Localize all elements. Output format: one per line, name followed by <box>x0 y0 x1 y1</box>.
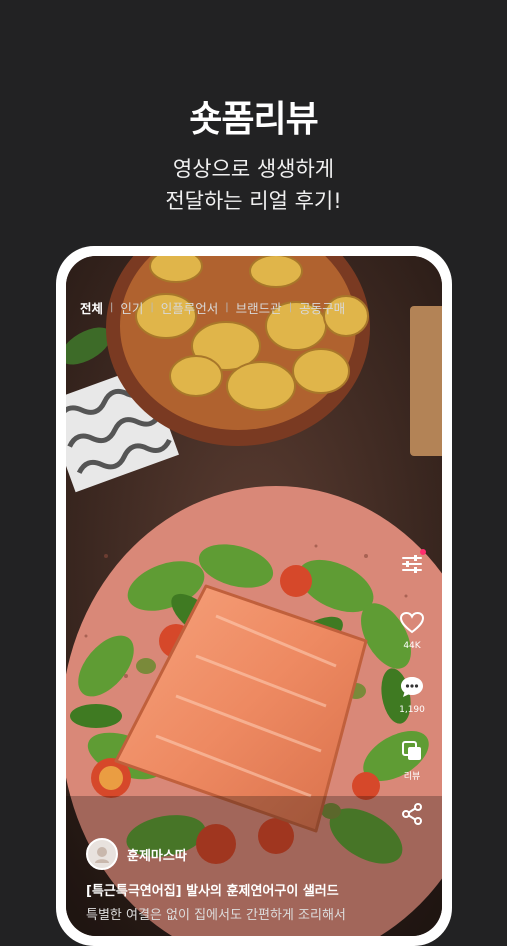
tab-separator: | <box>110 302 114 313</box>
chef-avatar-icon <box>95 847 109 863</box>
filter-icon <box>402 555 422 573</box>
copy-icon <box>402 741 421 760</box>
review-label: 리뷰 <box>403 772 421 782</box>
author-info[interactable]: 훈제마스따 <box>86 838 187 870</box>
tab-separator: | <box>225 302 229 313</box>
comment-button[interactable]: 1,190 <box>392 675 432 715</box>
tab-separator: | <box>150 302 154 313</box>
category-tabs: 전체 | 인기 | 인플루언서 | 브랜드관 | 공동구매 <box>80 298 345 317</box>
heart-icon <box>399 611 425 634</box>
like-button[interactable]: 44K <box>392 611 432 651</box>
author-name[interactable]: 훈제마스따 <box>127 845 187 864</box>
tab-brand[interactable]: 브랜드관 <box>236 298 282 317</box>
tab-group-buy[interactable]: 공동구매 <box>299 298 345 317</box>
hero-subtitle-line2: 전달하는 리얼 후기! <box>165 189 342 213</box>
tab-all[interactable]: 전체 <box>80 298 103 317</box>
share-button[interactable] <box>392 802 432 830</box>
hero-subtitle-line1: 영상으로 생생하게 <box>172 157 335 181</box>
avatar[interactable] <box>86 838 118 870</box>
comment-count: 1,190 <box>399 705 425 715</box>
tab-influencer[interactable]: 인플루언서 <box>161 298 219 317</box>
tab-separator: | <box>288 302 293 313</box>
video-screen: 전체 | 인기 | 인플루언서 | 브랜드관 | 공동구매 44K 1,190 … <box>66 256 442 936</box>
hero-title: 숏폼리뷰 <box>189 99 318 140</box>
comment-icon <box>401 677 423 697</box>
share-icon <box>402 803 422 825</box>
review-button[interactable]: 리뷰 <box>392 739 432 782</box>
post-caption: [특근특극연어집] 발사의 훈제연어구이 샐러드 <box>86 884 339 899</box>
tab-popular[interactable]: 인기 <box>120 298 143 317</box>
notification-dot <box>420 549 426 555</box>
phone-mockup: 전체 | 인기 | 인플루언서 | 브랜드관 | 공동구매 44K 1,190 … <box>56 246 452 946</box>
like-count: 44K <box>403 641 421 651</box>
filter-button[interactable] <box>392 549 432 581</box>
post-caption-line2: 특별한 여결은 없이 집에서도 간편하게 조리해서 <box>86 908 346 923</box>
food-video-image <box>66 256 442 936</box>
